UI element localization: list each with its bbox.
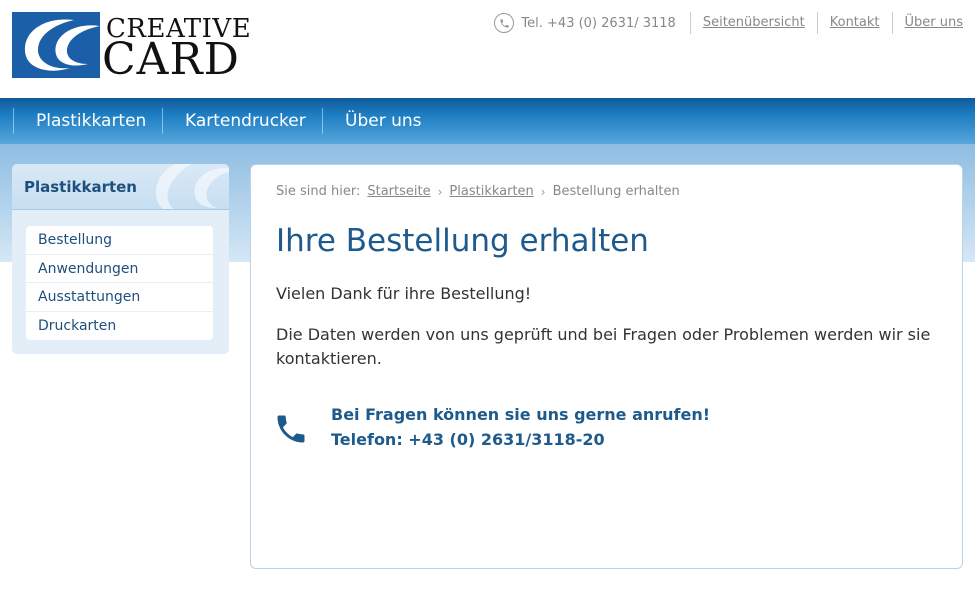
phone-icon [494, 13, 515, 33]
thanks-text: Vielen Dank für ihre Bestellung! [276, 284, 532, 303]
sidebar-item-ausstattungen[interactable]: Ausstattungen [26, 283, 213, 312]
sidebar-item-bestellung[interactable]: Bestellung [26, 226, 213, 255]
sidebar-item-anwendungen[interactable]: Anwendungen [26, 255, 213, 283]
phone-icon [273, 411, 309, 451]
sidebar-title: Plastikkarten [24, 178, 137, 196]
breadcrumb-chevron-icon: › [540, 184, 546, 199]
sidebar: Plastikkarten Bestellung Anwendungen Aus… [12, 164, 229, 354]
breadcrumb-chevron-icon: › [437, 184, 443, 199]
link-kontakt[interactable]: Kontakt [816, 12, 892, 34]
info-text: Die Daten werden von uns geprüft und bei… [276, 325, 931, 368]
breadcrumb: Sie sind hier: Startseite › Plastikkarte… [276, 184, 680, 199]
contact-box: Bei Fragen können sie uns gerne anrufen!… [273, 405, 873, 455]
logo-text-card: CARD [102, 34, 240, 85]
creative-card-logo[interactable]: CREATIVE CARD [12, 12, 251, 85]
page-title: Ihre Bestellung erhalten [276, 223, 649, 259]
nav-item-kartendrucker[interactable]: Kartendrucker [162, 108, 328, 134]
link-ueber-uns[interactable]: Über uns [891, 12, 963, 34]
contact-line-1: Bei Fragen können sie uns gerne anrufen! [331, 405, 711, 424]
sidebar-header: Plastikkarten [12, 164, 229, 210]
breadcrumb-startseite[interactable]: Startseite [367, 184, 430, 199]
sidebar-menu: Bestellung Anwendungen Ausstattungen Dru… [26, 226, 213, 340]
content-panel: Sie sind hier: Startseite › Plastikkarte… [250, 164, 963, 569]
nav-item-ueber-uns[interactable]: Über uns [322, 108, 444, 134]
sidebar-swoosh-icon [155, 164, 229, 209]
top-phone: Tel. +43 (0) 2631/ 3118 [494, 13, 689, 33]
cc-swoosh-logo-icon [12, 12, 100, 78]
breadcrumb-prefix: Sie sind hier: [276, 184, 361, 199]
contact-phone[interactable]: Telefon: +43 (0) 2631/3118-20 [331, 430, 605, 449]
top-phone-number: Tel. +43 (0) 2631/ 3118 [521, 15, 676, 31]
nav-item-plastikkarten[interactable]: Plastikkarten [13, 108, 168, 134]
link-seitenuebersicht[interactable]: Seitenübersicht [689, 12, 817, 34]
sidebar-item-druckarten[interactable]: Druckarten [26, 312, 213, 341]
site-header: CREATIVE CARD Tel. +43 (0) 2631/ 3118 Se… [0, 0, 975, 98]
top-navigation: Tel. +43 (0) 2631/ 3118 Seitenübersicht … [494, 12, 963, 34]
main-navigation: Plastikkarten Kartendrucker Über uns [0, 98, 975, 144]
breadcrumb-current: Bestellung erhalten [552, 184, 680, 199]
breadcrumb-plastikkarten[interactable]: Plastikkarten [449, 184, 533, 199]
